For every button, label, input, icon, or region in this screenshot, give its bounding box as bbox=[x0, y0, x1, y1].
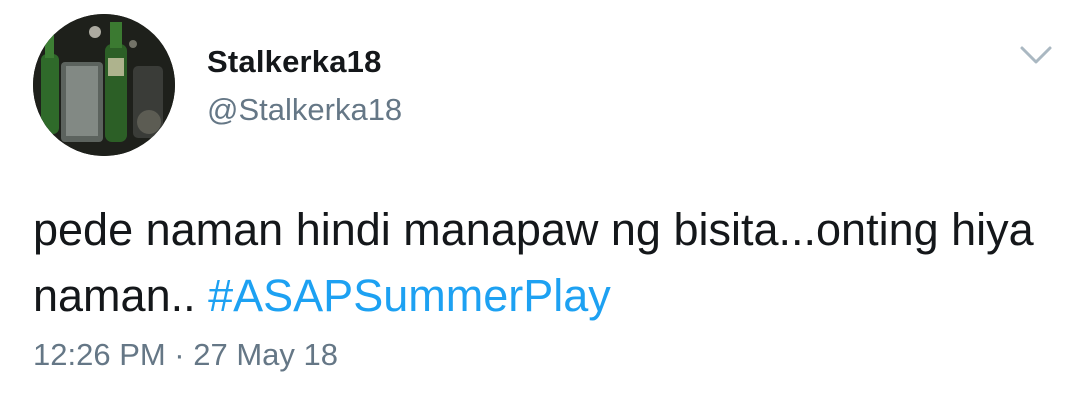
tweet-timestamp[interactable]: 12:26 PM · 27 May 18 bbox=[33, 337, 338, 373]
chevron-down-icon[interactable] bbox=[1016, 40, 1056, 70]
avatar[interactable] bbox=[33, 14, 175, 156]
hashtag-link[interactable]: #ASAPSummerPlay bbox=[208, 270, 611, 321]
tweet-text: pede naman hindi manapaw ng bisita...ont… bbox=[33, 197, 1043, 329]
display-name[interactable]: Stalkerka18 bbox=[207, 44, 382, 80]
user-handle[interactable]: @Stalkerka18 bbox=[207, 92, 402, 128]
avatar-image bbox=[33, 14, 175, 156]
tweet-card: Stalkerka18 @Stalkerka18 pede naman hind… bbox=[0, 0, 1080, 400]
